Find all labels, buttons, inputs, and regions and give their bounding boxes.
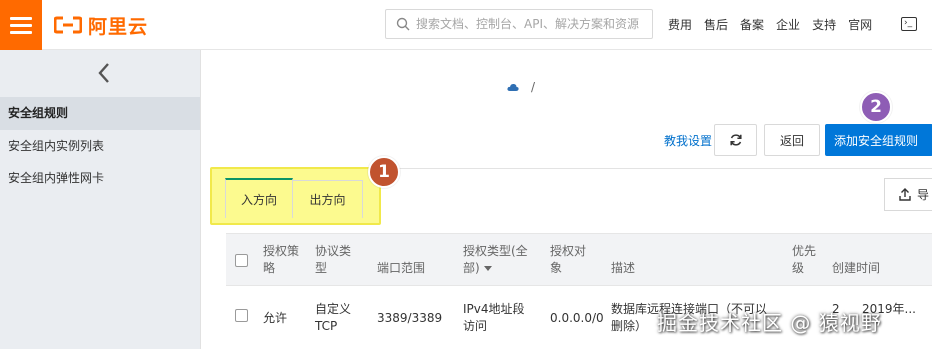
select-all-checkbox[interactable]: [235, 254, 248, 267]
back-chevron-icon[interactable]: [92, 58, 116, 88]
export-label: 导: [917, 188, 930, 202]
annotation-badge-1: 1: [368, 156, 400, 188]
col-policy: 授权策略: [263, 244, 300, 275]
aliyun-logo-mark: [54, 16, 82, 34]
main-panel: / 教我设置 返回 添加安全组规则 2 入方向 出方向 1 导 授权策略 协议类…: [200, 50, 932, 349]
nav-icp[interactable]: 备案: [740, 16, 764, 33]
top-bar: 阿里云 费用 售后 备案 企业 支持 官网 ›_: [0, 0, 932, 50]
cell-port: 3389/3389: [377, 311, 443, 325]
search-icon: [396, 17, 410, 31]
sidebar-item-instances[interactable]: 安全组内实例列表: [0, 130, 200, 163]
col-description: 描述: [611, 261, 636, 275]
col-auth-object: 授权对象: [550, 244, 587, 275]
row-checkbox[interactable]: [235, 309, 248, 322]
export-icon: [899, 188, 911, 201]
sidebar: 安全组规则 安全组内实例列表 安全组内弹性网卡: [0, 50, 200, 349]
col-auth-type[interactable]: 授权类型(全部): [463, 243, 535, 277]
cell-protocol: 自定义 TCP: [315, 302, 352, 333]
cell-auth-type: IPv4地址段访问: [463, 302, 525, 333]
terminal-icon[interactable]: ›_: [901, 17, 917, 31]
tab-inbound[interactable]: 入方向: [225, 178, 293, 218]
nav-support[interactable]: 支持: [812, 16, 836, 33]
export-button[interactable]: 导: [884, 178, 932, 211]
top-nav: 费用 售后 备案 企业 支持 官网: [668, 16, 872, 33]
col-created: 创建时间: [832, 261, 881, 275]
return-button[interactable]: 返回: [764, 124, 820, 156]
sidebar-item-security-group-rules[interactable]: 安全组规则: [0, 97, 200, 130]
search-box[interactable]: [385, 9, 653, 39]
aliyun-logo[interactable]: 阿里云: [54, 12, 148, 38]
breadcrumb-separator: /: [531, 80, 536, 94]
table-header: 授权策略 协议类型 端口范围 授权类型(全部) 授权对象 描述 优先级 创建时间: [226, 233, 932, 285]
col-port: 端口范围: [377, 261, 426, 275]
add-security-group-rule-button[interactable]: 添加安全组规则: [825, 124, 932, 156]
tab-outbound[interactable]: 出方向: [293, 180, 363, 218]
col-auth-type-label: 授权类型(全部): [463, 244, 528, 275]
teach-me-link[interactable]: 教我设置: [664, 132, 712, 149]
menu-icon[interactable]: [0, 0, 42, 50]
watermark: 掘金技术社区 @ 猿视野: [657, 311, 882, 335]
annotation-badge-2: 2: [860, 91, 892, 123]
col-protocol: 协议类型: [315, 244, 352, 275]
cell-auth-object: 0.0.0.0/0: [550, 311, 604, 325]
filter-caret-icon: [483, 266, 492, 271]
refresh-button[interactable]: [714, 124, 757, 156]
brand-name: 阿里云: [88, 15, 149, 38]
nav-enterprise[interactable]: 企业: [776, 16, 800, 33]
sidebar-item-eni[interactable]: 安全组内弹性网卡: [0, 162, 200, 195]
cloud-icon[interactable]: [507, 83, 519, 92]
search-input[interactable]: [416, 17, 641, 31]
nav-official-site[interactable]: 官网: [848, 16, 872, 33]
breadcrumb: /: [507, 80, 535, 94]
col-priority: 优先级: [792, 244, 817, 275]
nav-after-sales[interactable]: 售后: [704, 16, 728, 33]
nav-billing[interactable]: 费用: [668, 16, 692, 33]
refresh-icon: [729, 134, 742, 146]
cell-policy: 允许: [263, 311, 288, 325]
